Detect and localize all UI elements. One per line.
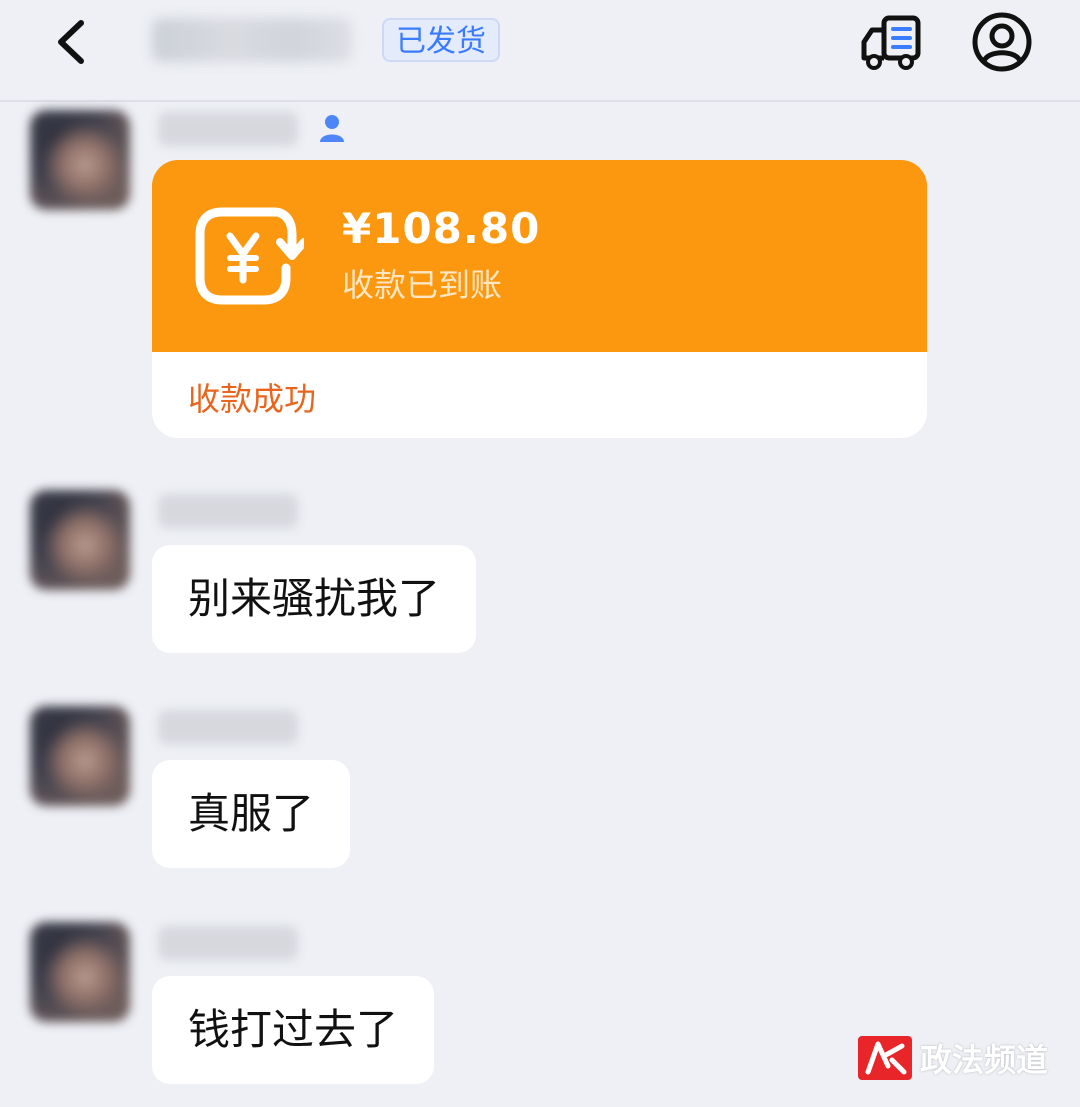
payment-status: 收款已到账 [342, 266, 503, 304]
sender-avatar[interactable] [30, 110, 130, 210]
truck-icon [861, 15, 921, 70]
payment-card-header: ¥108.80 收款已到账 [152, 160, 927, 352]
chat-header: 已发货 [0, 0, 1080, 102]
message-bubble[interactable]: 钱打过去了 [152, 976, 435, 1084]
sender-avatar[interactable] [30, 922, 130, 1022]
watermark-text: 政法频道 [920, 1041, 1049, 1079]
sender-name-redacted [158, 926, 298, 960]
payment-amount: ¥108.80 [342, 204, 541, 253]
chevron-left-icon [58, 20, 84, 64]
sender-name-redacted [158, 112, 298, 146]
sender-name-redacted [158, 494, 298, 528]
payment-card[interactable]: ¥108.80 收款已到账 收款成功 [152, 160, 927, 438]
order-status-badge: 已发货 [382, 18, 500, 62]
sender-name-redacted [158, 710, 298, 744]
sender-avatar[interactable] [30, 706, 130, 806]
back-button[interactable] [42, 14, 98, 70]
sender-avatar[interactable] [30, 490, 130, 590]
channel-logo-icon [858, 1036, 912, 1080]
message-bubble[interactable]: 别来骚扰我了 [152, 545, 477, 653]
profile-button[interactable] [970, 10, 1034, 74]
channel-watermark: 政法频道 [858, 1034, 1048, 1082]
contact-name-redacted [152, 18, 352, 62]
user-circle-icon [972, 12, 1032, 72]
verified-user-icon [320, 115, 344, 142]
payment-result: 收款成功 [188, 380, 317, 418]
logistics-button[interactable] [858, 12, 924, 72]
message-bubble[interactable]: 真服了 [152, 760, 351, 868]
yuan-refund-icon [195, 207, 304, 305]
